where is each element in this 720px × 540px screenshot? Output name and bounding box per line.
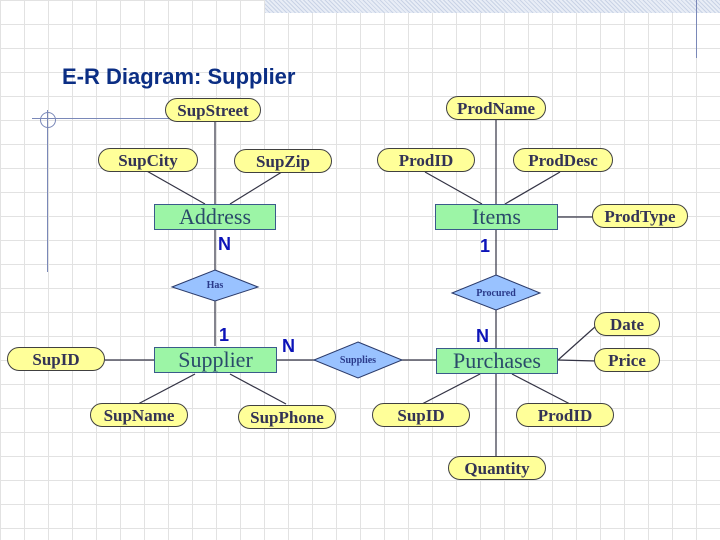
edge <box>504 171 561 205</box>
entity-purchases[interactable]: Purchases <box>436 348 558 374</box>
relationship-procured[interactable]: Procured <box>452 276 540 310</box>
entity-items[interactable]: Items <box>435 204 558 230</box>
edge <box>424 171 483 205</box>
attribute-price[interactable]: Price <box>594 348 660 372</box>
relationship-supplies[interactable]: Supplies <box>314 342 402 378</box>
edge <box>229 373 287 405</box>
attribute-sup-street[interactable]: SupStreet <box>165 98 261 122</box>
relationship-has[interactable]: Has <box>172 270 258 301</box>
attribute-date[interactable]: Date <box>594 312 660 336</box>
attribute-prod-type[interactable]: ProdType <box>592 204 688 228</box>
edge <box>229 169 286 205</box>
attribute-sup-city[interactable]: SupCity <box>98 148 198 172</box>
edge <box>557 325 597 361</box>
attribute-sup-phone[interactable]: SupPhone <box>238 405 336 429</box>
relationship-procured-label: Procured <box>476 287 516 299</box>
cardinality-purchases-procured: N <box>476 326 489 346</box>
attribute-sup-zip[interactable]: SupZip <box>234 149 332 173</box>
attribute-prod-id[interactable]: ProdID <box>377 148 475 172</box>
attribute-sup-id[interactable]: SupID <box>7 347 105 371</box>
relationship-has-label: Has <box>206 280 224 291</box>
attribute-quantity[interactable]: Quantity <box>448 456 546 480</box>
attribute-purchase-prod-id[interactable]: ProdID <box>516 403 614 427</box>
entity-address[interactable]: Address <box>154 204 276 230</box>
cardinality-items-procured: 1 <box>480 236 491 256</box>
edge <box>511 373 571 405</box>
edge <box>144 169 206 205</box>
edge <box>421 373 481 405</box>
attribute-sup-name[interactable]: SupName <box>90 403 188 427</box>
relationship-supplies-label: Supplies <box>339 354 377 366</box>
cardinality-supplier-has: 1 <box>219 325 230 345</box>
attribute-purchase-sup-id[interactable]: SupID <box>372 403 470 427</box>
connector-lines <box>105 120 597 456</box>
attribute-prod-desc[interactable]: ProdDesc <box>513 148 613 172</box>
entity-supplier[interactable]: Supplier <box>154 347 277 373</box>
attribute-prod-name[interactable]: ProdName <box>446 96 546 120</box>
cardinality-supplier-supplies: N <box>282 336 295 356</box>
edge <box>137 373 196 405</box>
edge <box>557 359 597 362</box>
cardinality-address-has: N <box>218 234 231 254</box>
